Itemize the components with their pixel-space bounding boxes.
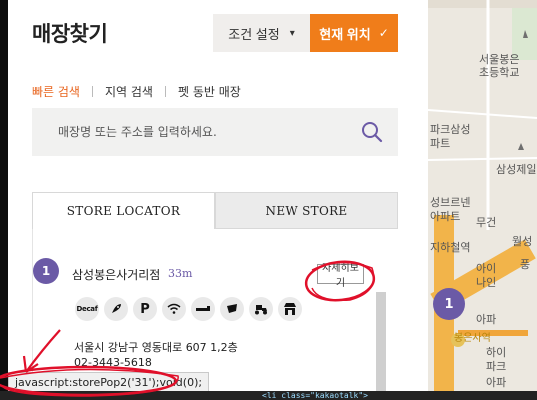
store-name[interactable]: 삼성봉은사거리점 [72,266,160,283]
store-finder-panel: 매장찾기 조건 설정 ▾ 현재 위치 ✓ 빠른 검색 지역 검색 펫 동반 매장… [8,0,428,400]
tab-divider [164,86,166,97]
tab-quick-search[interactable]: 빠른 검색 [32,83,80,100]
store-distance: 33m [168,267,193,280]
map-label: 아파 [476,313,497,326]
decaf-icon: Decaf [75,297,99,321]
map-label: 아파 [486,376,507,389]
parking-icon: P [133,297,157,321]
map-label: 파트 [430,137,451,150]
screenshot-root: 서울봉은 초등학교 파크삼성 파트 삼성제일 성브르넨 아파트 무건 지하철역 … [0,0,537,400]
devtools-code-strip: <li class="kakaotalk"> [0,391,537,400]
map-label: 서울봉은 [479,53,520,66]
current-location-label: 현재 위치 [319,26,371,42]
drive-thru-icon [191,297,215,321]
map-label: 아파트 [430,210,461,223]
tab-new-store[interactable]: NEW STORE [215,192,398,229]
amenity-icons: Decaf P [75,297,302,321]
search-input[interactable] [32,108,352,156]
store-address: 서울시 강남구 영동대로 607 1,2층 [74,341,238,354]
condition-settings-label: 조건 설정 [228,26,280,42]
store-icon [278,297,302,321]
map-store-marker[interactable]: 1 [433,288,465,320]
caret-down-icon: ▾ [289,27,295,39]
map-label: 지하철역 [430,241,471,254]
tab-pet-friendly[interactable]: 펫 동반 매장 [178,83,241,100]
map-label: 무건 [476,216,497,229]
search-icon[interactable] [360,120,384,144]
store-number-badge: 1 [33,258,59,284]
map-label-station: 봉은사역 [454,333,491,344]
map-label: 성브르넨 [430,196,471,209]
cup-icon [220,297,244,321]
store-tabs: STORE LOCATOR NEW STORE [32,192,398,229]
detail-button[interactable]: 자세히보기 [317,263,364,289]
wifi-icon [162,297,186,321]
map-area[interactable]: 서울봉은 초등학교 파크삼성 파트 삼성제일 성브르넨 아파트 무건 지하철역 … [428,0,537,400]
tab-divider [91,86,93,97]
check-icon: ✓ [378,26,389,40]
map-label: 하이 [486,346,507,359]
store-phone: 02-3443-5618 [74,356,152,369]
condition-settings-button[interactable]: 조건 설정 ▾ [213,14,310,52]
map-label: 나인 [476,276,497,289]
rocket-icon [104,297,128,321]
browser-status-bar: javascript:storePop2('31');void(0); [8,372,210,393]
current-location-button[interactable]: 현재 위치 ✓ [310,14,398,52]
tab-region-search[interactable]: 지역 검색 [105,83,153,100]
page-title: 매장찾기 [32,22,108,46]
map-label: 파크삼성 [430,123,471,136]
map-label: 풍 [520,258,531,271]
delivery-icon [249,297,273,321]
search-box [32,108,398,156]
map-label: 초등학교 [479,66,520,79]
map-label: 월성 [512,235,533,248]
list-scrollbar[interactable] [376,292,386,400]
tab-store-locator[interactable]: STORE LOCATOR [32,192,215,229]
search-tabs: 빠른 검색 지역 검색 펫 동반 매장 [32,83,241,100]
map-label: 파크 [486,360,507,373]
map-label: 삼성제일 [496,163,537,176]
map-label: 아이 [476,262,497,275]
